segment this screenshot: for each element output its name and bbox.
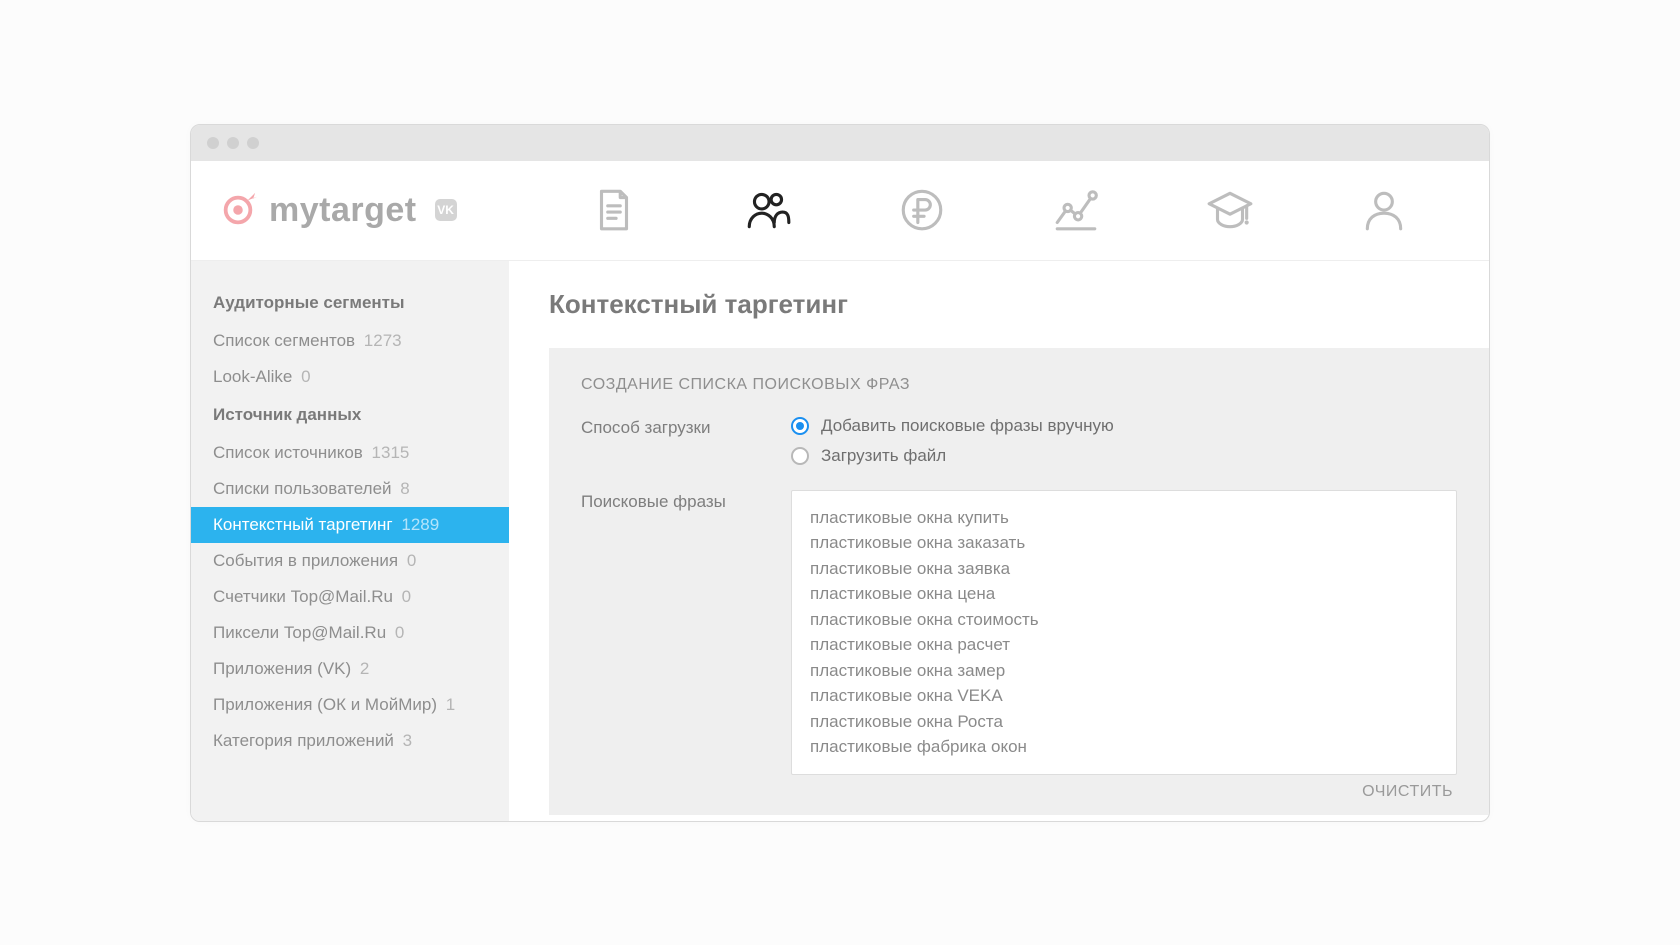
- upload-method-label: Способ загрузки: [581, 416, 791, 466]
- phrases-row: Поисковые фразы пластиковые окна купить …: [581, 490, 1457, 775]
- sidebar-item-label: Категория приложений: [213, 731, 394, 750]
- nav-statistics[interactable]: [1046, 180, 1106, 240]
- sidebar-item-label: Приложения (VK): [213, 659, 351, 678]
- sidebar-item-label: Список сегментов: [213, 331, 355, 350]
- sidebar-item-sources-list[interactable]: Список источников 1315: [191, 435, 509, 471]
- sidebar-item-count: 1315: [372, 443, 410, 462]
- sidebar-item-count: 8: [400, 479, 409, 498]
- sidebar-item-label: Пиксели Top@Mail.Ru: [213, 623, 386, 642]
- ruble-icon: [897, 185, 947, 235]
- phrases-input[interactable]: пластиковые окна купить пластиковые окна…: [791, 490, 1457, 775]
- radio-label: Добавить поисковые фразы вручную: [821, 416, 1114, 436]
- sidebar-item-count: 0: [301, 367, 310, 386]
- radio-label: Загрузить файл: [821, 446, 946, 466]
- nav-icons: [467, 180, 1461, 240]
- mytarget-logo-icon: [219, 191, 257, 229]
- nav-profile[interactable]: [1354, 180, 1414, 240]
- sidebar-item-app-events[interactable]: События в приложения 0: [191, 543, 509, 579]
- sidebar-item-apps-vk[interactable]: Приложения (VK) 2: [191, 651, 509, 687]
- logo[interactable]: mytarget VK: [219, 191, 457, 230]
- sidebar-item-count: 2: [360, 659, 369, 678]
- audience-icon: [743, 185, 793, 235]
- education-icon: [1205, 185, 1255, 235]
- window-dot[interactable]: [207, 137, 219, 149]
- sidebar-item-label: Списки пользователей: [213, 479, 392, 498]
- sidebar-section-title: Аудиторные сегменты: [191, 283, 509, 323]
- sidebar-item-label: Контекстный таргетинг: [213, 515, 393, 534]
- nav-balance[interactable]: [892, 180, 952, 240]
- upload-method-row: Способ загрузки Добавить поисковые фразы…: [581, 416, 1457, 466]
- sidebar-item-count: 1: [446, 695, 455, 714]
- phrases-label: Поисковые фразы: [581, 490, 791, 775]
- sidebar-item-label: События в приложения: [213, 551, 398, 570]
- vk-badge-icon: VK: [435, 199, 457, 221]
- sidebar-item-label: Приложения (ОК и МойМир): [213, 695, 437, 714]
- sidebar-item-pixels[interactable]: Пиксели Top@Mail.Ru 0: [191, 615, 509, 651]
- panel-title: СОЗДАНИЕ СПИСКА ПОИСКОВЫХ ФРАЗ: [581, 376, 1457, 394]
- sidebar-item-context-targeting[interactable]: Контекстный таргетинг 1289: [191, 507, 509, 543]
- sidebar-item-count: 0: [407, 551, 416, 570]
- browser-frame: mytarget VK: [190, 124, 1490, 822]
- nav-campaigns[interactable]: [584, 180, 644, 240]
- sidebar: Аудиторные сегменты Список сегментов 127…: [191, 261, 509, 821]
- stats-icon: [1051, 185, 1101, 235]
- page-title: Контекстный таргетинг: [549, 289, 1489, 320]
- sidebar-item-label: Счетчики Top@Mail.Ru: [213, 587, 393, 606]
- radio-file[interactable]: Загрузить файл: [791, 446, 1114, 466]
- window-titlebar: [191, 125, 1489, 161]
- radio-manual[interactable]: Добавить поисковые фразы вручную: [791, 416, 1114, 436]
- sidebar-section-title: Источник данных: [191, 395, 509, 435]
- radio-icon: [791, 447, 809, 465]
- sidebar-item-count: 0: [395, 623, 404, 642]
- sidebar-item-lookalike[interactable]: Look-Alike 0: [191, 359, 509, 395]
- profile-icon: [1359, 185, 1409, 235]
- content: Аудиторные сегменты Список сегментов 127…: [191, 261, 1489, 821]
- clear-button[interactable]: ОЧИСТИТЬ: [581, 775, 1457, 801]
- logo-text: mytarget: [269, 191, 417, 230]
- sidebar-item-label: Список источников: [213, 443, 363, 462]
- sidebar-item-app-category[interactable]: Категория приложений 3: [191, 723, 509, 759]
- top-nav: mytarget VK: [191, 161, 1489, 261]
- document-icon: [589, 185, 639, 235]
- radio-icon: [791, 417, 809, 435]
- sidebar-item-segments-list[interactable]: Список сегментов 1273: [191, 323, 509, 359]
- create-phrase-list-panel: СОЗДАНИЕ СПИСКА ПОИСКОВЫХ ФРАЗ Способ за…: [549, 348, 1489, 815]
- sidebar-item-count: 1289: [401, 515, 439, 534]
- window-dot[interactable]: [247, 137, 259, 149]
- sidebar-item-count: 0: [402, 587, 411, 606]
- main: Контекстный таргетинг СОЗДАНИЕ СПИСКА ПО…: [509, 261, 1489, 821]
- sidebar-item-count: 3: [403, 731, 412, 750]
- sidebar-item-apps-ok[interactable]: Приложения (ОК и МойМир) 1: [191, 687, 509, 723]
- window-dot[interactable]: [227, 137, 239, 149]
- nav-audiences[interactable]: [738, 180, 798, 240]
- nav-education[interactable]: [1200, 180, 1260, 240]
- sidebar-item-counters[interactable]: Счетчики Top@Mail.Ru 0: [191, 579, 509, 615]
- sidebar-item-count: 1273: [364, 331, 402, 350]
- sidebar-item-user-lists[interactable]: Списки пользователей 8: [191, 471, 509, 507]
- sidebar-item-label: Look-Alike: [213, 367, 292, 386]
- upload-method-radios: Добавить поисковые фразы вручную Загрузи…: [791, 416, 1114, 466]
